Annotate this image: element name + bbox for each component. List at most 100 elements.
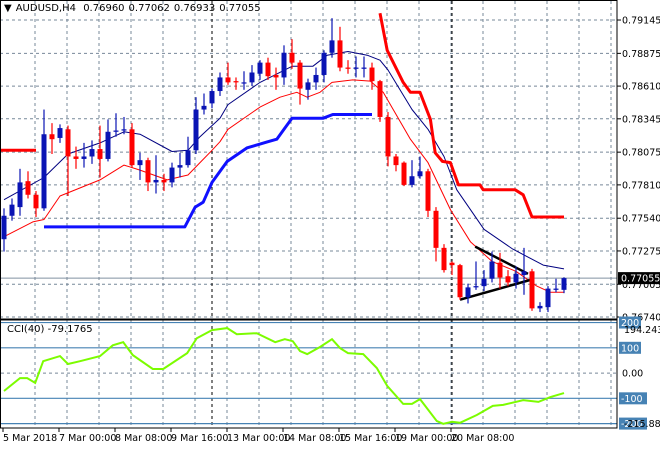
time-tick-label: 20 Mar 08:00 [451, 433, 514, 444]
candle-body [441, 247, 447, 271]
candle-body [289, 52, 295, 63]
bearish-candle [457, 263, 463, 300]
candle-body [33, 194, 39, 209]
current-price-label: 0.77055 [621, 274, 660, 285]
price-tick-label: 0.77275 [622, 246, 660, 257]
bearish-candle [233, 77, 239, 90]
price-tick-label: 0.78875 [622, 49, 660, 60]
bearish-candle [433, 207, 439, 262]
bullish-candle [361, 56, 367, 78]
price-tick-label: 0.77810 [622, 180, 660, 191]
candle-body [393, 156, 399, 166]
bearish-candle [49, 123, 55, 155]
candle-body [321, 52, 327, 75]
time-tick-label: 15 Mar 16:00 [339, 433, 402, 444]
bullish-candle [561, 277, 567, 294]
cci-header: CCI(40) -79.1765 [7, 324, 93, 335]
bearish-candle [505, 270, 511, 287]
candle-body [81, 156, 87, 159]
bearish-candle [449, 261, 455, 276]
candle-body [481, 278, 487, 287]
cci-level-label: 100 [621, 343, 639, 354]
candle-body [105, 131, 111, 159]
candle-body [401, 162, 407, 185]
candle-body [257, 62, 263, 74]
candle-body [129, 129, 135, 166]
time-tick-label: 14 Mar 08:00 [283, 433, 346, 444]
candle-body [553, 288, 559, 290]
candle-body [153, 179, 159, 183]
bullish-candle [217, 72, 223, 96]
bearish-candle [25, 171, 31, 199]
cci-level-label: -100 [621, 394, 643, 405]
bullish-candle [353, 56, 359, 78]
price-tick-label: 0.78345 [622, 114, 660, 125]
candle-body [313, 74, 319, 83]
candle-body [409, 176, 415, 185]
bullish-candle [9, 198, 15, 221]
bullish-candle [81, 142, 87, 168]
bullish-candle [473, 261, 479, 290]
bullish-candle [89, 140, 95, 164]
bullish-candle [329, 18, 335, 58]
candle-body [297, 62, 303, 89]
candle-body [561, 278, 567, 290]
low-value: 0.76933 [173, 3, 216, 14]
candle-body [249, 72, 255, 83]
candle-body [497, 262, 503, 278]
bullish-candle [57, 124, 63, 143]
candle-body [121, 129, 127, 131]
bullish-candle [113, 113, 119, 137]
bearish-candle [265, 57, 271, 80]
cci-line [3, 327, 565, 425]
candle-body [57, 128, 63, 138]
candle-body [73, 156, 79, 159]
bullish-candle [553, 278, 559, 293]
cci-value: -79.1765 [47, 324, 93, 335]
candle-body [177, 165, 183, 168]
candle-body [465, 287, 471, 298]
bullish-candle [409, 160, 415, 188]
bullish-candle [537, 302, 543, 313]
candle-body [9, 204, 15, 216]
bearish-candle [65, 125, 71, 196]
candle-body [305, 82, 311, 90]
cci-panel [1, 321, 617, 425]
chart-header: ▼ AUDUSD,H4 0.76960 0.77062 0.76933 0.77055 [4, 3, 265, 14]
close-value: 0.77055 [219, 3, 261, 14]
bearish-candle [297, 60, 303, 105]
bullish-candle [185, 136, 191, 168]
collapse-triangle-icon[interactable]: ▼ [4, 3, 12, 14]
candle-body [369, 67, 375, 82]
bearish-candle [225, 62, 231, 85]
bearish-candle [129, 123, 135, 168]
bearish-candle [377, 79, 383, 122]
bullish-candle [153, 155, 159, 194]
bullish-candle [169, 162, 175, 188]
bearish-candle [73, 146, 79, 169]
bullish-candle [545, 286, 551, 313]
candle-body [209, 91, 215, 104]
candle-body [537, 305, 543, 309]
candle-body [385, 116, 391, 157]
high-value: 0.77062 [128, 3, 170, 14]
bearish-candle [425, 168, 431, 217]
candle-body [361, 67, 367, 69]
bearish-candle [289, 39, 295, 69]
time-tick-label: 9 Mar 16:00 [171, 433, 228, 444]
candle-body [201, 105, 207, 110]
time-tick-label: 19 Mar 00:00 [395, 433, 458, 444]
bullish-candle [249, 65, 255, 87]
bearish-candle [393, 154, 399, 172]
candle-body [145, 160, 151, 183]
grid [0, 1, 617, 428]
chart-canvas: 0.79145 0.78875 0.78610 0.78345 0.78075 0.778… [0, 0, 660, 444]
cci-title: CCI(40) [7, 324, 45, 335]
bullish-candle [17, 168, 23, 216]
candle-body [225, 77, 231, 83]
bullish-candle [193, 97, 199, 155]
candle-body [345, 67, 351, 69]
bullish-candle [177, 152, 183, 178]
candle-body [449, 262, 455, 266]
bullish-candle [465, 283, 471, 304]
